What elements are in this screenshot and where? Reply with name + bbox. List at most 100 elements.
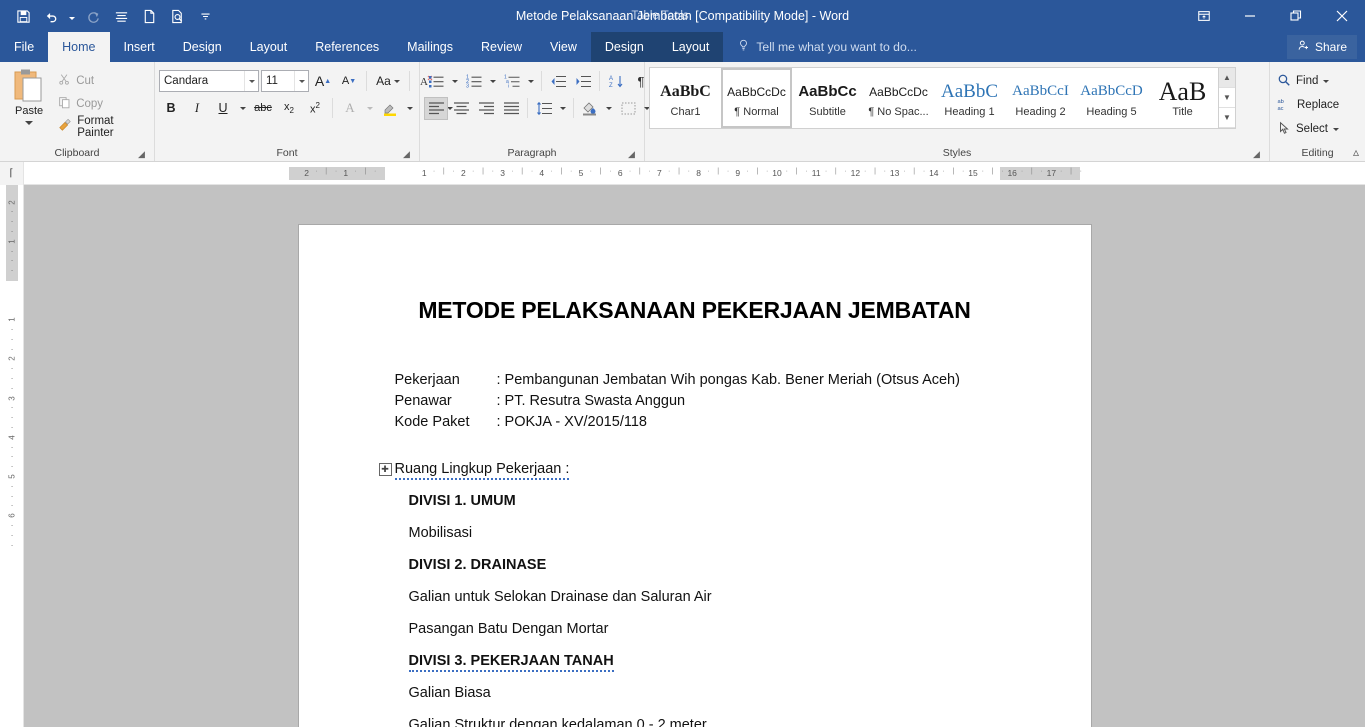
shrink-font-button[interactable]: A ▼ [337, 70, 361, 93]
borders-icon[interactable] [616, 97, 640, 120]
tab-layout[interactable]: Layout [236, 32, 302, 62]
paste-dropdown-icon[interactable] [25, 121, 34, 125]
font-name-dropdown-icon[interactable] [244, 71, 258, 91]
style-item-subtitle[interactable]: AaBbCc Subtitle [792, 68, 863, 128]
style-preview: AaBbC [660, 82, 711, 100]
customize-qat-icon[interactable] [192, 3, 218, 29]
style-item-heading-1[interactable]: AaBbC Heading 1 [934, 68, 1005, 128]
close-button[interactable] [1319, 0, 1365, 32]
copy-button[interactable]: Copy [54, 93, 150, 114]
tab-stop-left-icon[interactable]: ⌈ [0, 161, 24, 185]
find-button[interactable]: Find [1274, 70, 1342, 92]
undo-icon[interactable] [38, 3, 64, 29]
font-name-combo[interactable]: Candara [159, 70, 259, 92]
styles-more-icon[interactable]: ▼ [1219, 108, 1235, 128]
tab-mailings[interactable]: Mailings [393, 32, 467, 62]
superscript-button[interactable]: x2 [303, 97, 327, 120]
vertical-ruler[interactable]: 2 · · · 1 · · · 1 · · · 2 · · · 3 · · · 4 · · · 5 · · · 6 · · · [0, 185, 24, 727]
font-dialog-launcher[interactable]: ◢ [401, 149, 412, 160]
cut-button[interactable]: Cut [54, 70, 150, 91]
horizontal-ruler[interactable]: ⌈ 2 | · · 1 | · · 1 | · · 2 | · · 3 | · · 4 | · · 5 | · · 6 | · · 7 | · · 8 |… [0, 161, 1365, 185]
tab-table-layout[interactable]: Layout [657, 32, 724, 62]
paste-button[interactable]: Paste [4, 65, 54, 146]
clipboard-dialog-launcher[interactable]: ◢ [136, 149, 147, 160]
tab-design[interactable]: Design [169, 32, 236, 62]
align-right-icon[interactable] [474, 97, 498, 120]
redo-icon[interactable] [80, 3, 106, 29]
tab-view[interactable]: View [536, 32, 591, 62]
bold-button[interactable]: B [159, 97, 183, 120]
save-icon[interactable] [10, 3, 36, 29]
style-item-normal[interactable]: AaBbCcDc ¶ Normal [721, 68, 792, 128]
text-effects-button[interactable]: A [338, 97, 362, 120]
style-item-no-spacing[interactable]: AaBbCcDc ¶ No Spac... [863, 68, 934, 128]
subscript-button[interactable]: x2 [277, 97, 301, 120]
restore-button[interactable] [1273, 0, 1319, 32]
styles-dialog-launcher[interactable]: ◢ [1251, 149, 1262, 160]
justify-icon[interactable] [499, 97, 523, 120]
select-button[interactable]: Select [1274, 118, 1342, 140]
text-highlight-dropdown-icon[interactable] [404, 97, 416, 120]
tell-me-search[interactable]: Tell me what you want to do... [723, 32, 917, 62]
style-item-heading-2[interactable]: AaBbCcI Heading 2 [1005, 68, 1076, 128]
multilevel-list-icon[interactable]: 1ai [500, 70, 524, 93]
multilevel-list-dropdown-icon[interactable] [525, 70, 537, 93]
underline-button[interactable]: U [211, 97, 235, 120]
tab-file[interactable]: File [0, 32, 48, 62]
format-painter-button[interactable]: Format Painter [54, 115, 150, 139]
new-document-icon[interactable] [136, 3, 162, 29]
italic-button[interactable]: I [185, 97, 209, 120]
increase-indent-icon[interactable] [571, 70, 595, 93]
select-dropdown-icon[interactable] [1332, 127, 1339, 131]
line-spacing-dropdown-icon[interactable] [557, 97, 569, 120]
share-button[interactable]: Share [1286, 35, 1357, 59]
scope-heading: ✚ Ruang Lingkup Pekerjaan : [378, 461, 995, 480]
tab-review[interactable]: Review [467, 32, 536, 62]
numbering-icon[interactable]: 123 [462, 70, 486, 93]
style-preview: AaBbC [941, 80, 998, 102]
table-move-handle-icon[interactable]: ✚ [378, 463, 392, 476]
tab-home[interactable]: Home [48, 32, 110, 62]
shading-icon[interactable] [578, 97, 602, 120]
styles-scroll-down-icon[interactable]: ▼ [1219, 88, 1235, 108]
style-item-title[interactable]: AaB Title [1147, 68, 1218, 128]
replace-button[interactable]: ab ac Replace [1274, 94, 1342, 116]
print-preview-icon[interactable] [164, 3, 190, 29]
grow-font-button[interactable]: A ▲ [311, 70, 335, 93]
collapse-ribbon-icon[interactable]: ▵ [1353, 145, 1359, 159]
paragraph-dialog-launcher[interactable]: ◢ [626, 149, 637, 160]
font-size-combo[interactable]: 11 [261, 70, 309, 92]
style-item-char1[interactable]: AaBbC Char1 [650, 68, 721, 128]
sort-icon[interactable]: AZ [604, 70, 628, 93]
tab-insert[interactable]: Insert [110, 32, 169, 62]
underline-dropdown-icon[interactable] [237, 97, 249, 120]
styles-group-label: Styles ◢ [649, 146, 1265, 161]
document-page[interactable]: METODE PELAKSANAAN PEKERJAAN JEMBATAN Pe… [298, 225, 1091, 727]
strikethrough-button[interactable]: abc [251, 97, 275, 120]
styles-gallery: AaBbC Char1 AaBbCcDc ¶ Normal AaBbCc Sub… [649, 67, 1236, 129]
align-center-icon[interactable] [449, 97, 473, 120]
bullets-dropdown-icon[interactable] [449, 70, 461, 93]
bullets-icon[interactable] [424, 70, 448, 93]
shading-dropdown-icon[interactable] [603, 97, 615, 120]
decrease-indent-icon[interactable] [546, 70, 570, 93]
style-preview: AaBbCc [798, 83, 857, 100]
style-item-heading-5[interactable]: AaBbCcD Heading 5 [1076, 68, 1147, 128]
font-size-dropdown-icon[interactable] [294, 71, 308, 91]
change-case-button[interactable]: Aa [372, 70, 404, 93]
numbering-dropdown-icon[interactable] [487, 70, 499, 93]
ribbon-display-options-icon[interactable] [1181, 0, 1227, 32]
svg-text:A: A [609, 76, 613, 82]
undo-dropdown-icon[interactable] [66, 3, 78, 29]
minimize-button[interactable] [1227, 0, 1273, 32]
tab-table-design[interactable]: Design [590, 32, 658, 62]
styles-scroll-up-icon[interactable]: ▲ [1219, 68, 1235, 88]
line-spacing-icon[interactable] [532, 97, 556, 120]
cut-label: Cut [76, 74, 95, 87]
text-effects-dropdown-icon[interactable] [364, 97, 376, 120]
tab-references[interactable]: References [301, 32, 393, 62]
text-highlight-button[interactable] [378, 97, 402, 120]
find-dropdown-icon[interactable] [1323, 79, 1330, 83]
align-left-icon[interactable] [424, 96, 448, 120]
line-spacing-icon[interactable] [108, 3, 134, 29]
